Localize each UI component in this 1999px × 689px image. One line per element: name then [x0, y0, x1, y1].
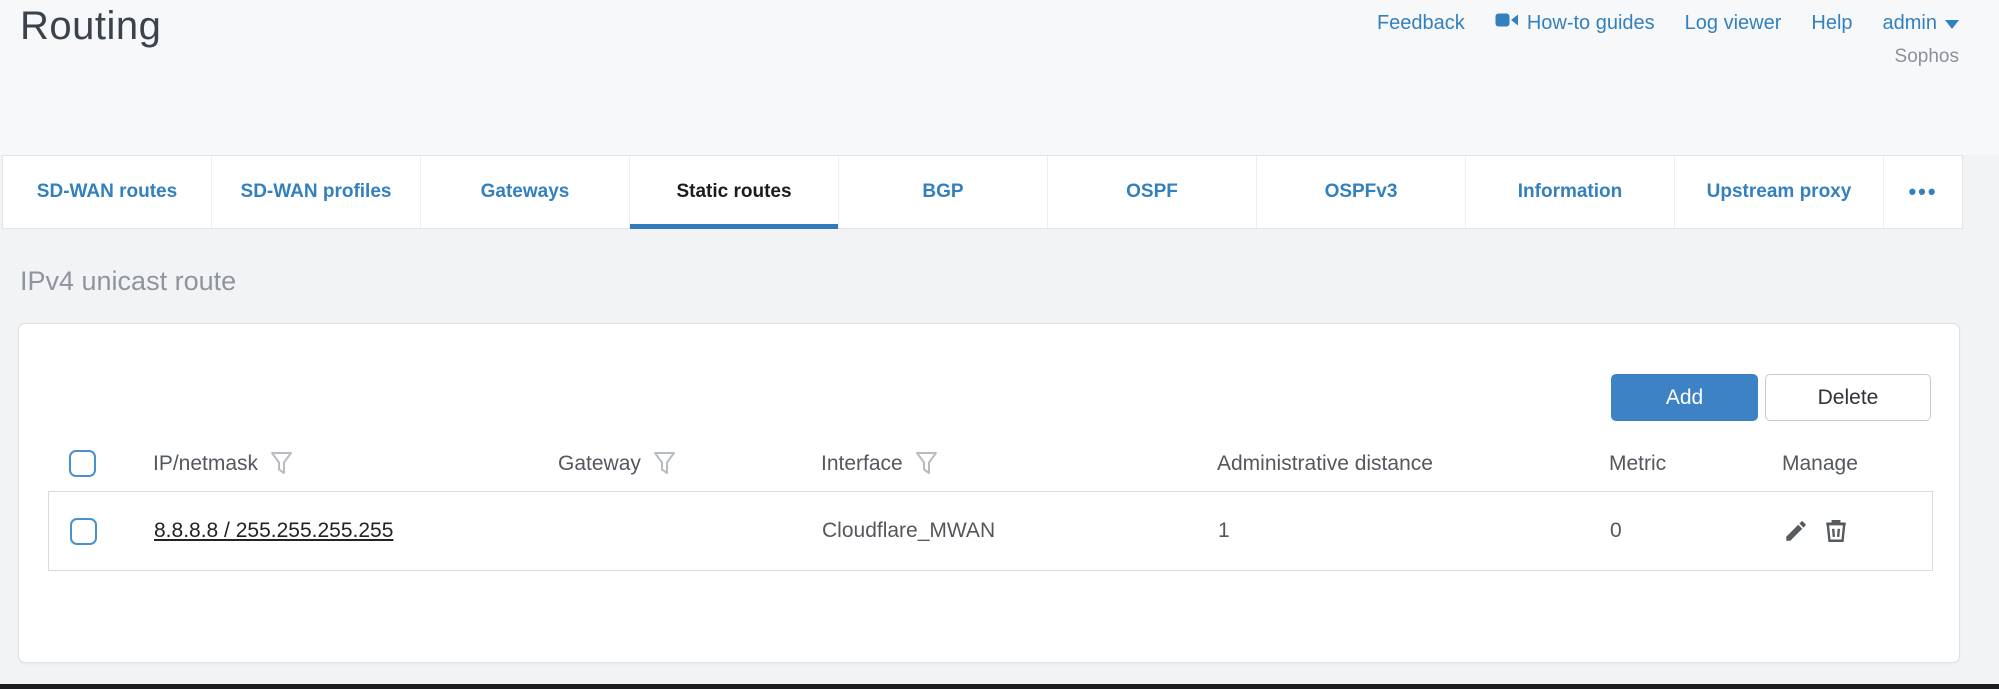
- metric-cell: 0: [1610, 519, 1783, 543]
- org-name: Sophos: [1895, 46, 1959, 68]
- tab-bgp[interactable]: BGP: [839, 156, 1048, 228]
- filter-icon[interactable]: [270, 451, 293, 476]
- col-manage: Manage: [1782, 452, 1858, 476]
- help-link[interactable]: Help: [1811, 12, 1852, 35]
- table-row: 8.8.8.8 / 255.255.255.255 Cloudflare_MWA…: [48, 491, 1933, 571]
- screen-bottom-edge: [0, 684, 1999, 689]
- interface-cell: Cloudflare_MWAN: [822, 519, 1218, 543]
- user-menu[interactable]: admin: [1883, 12, 1959, 35]
- select-all-checkbox[interactable]: [69, 450, 96, 477]
- edit-pencil-icon[interactable]: [1783, 518, 1809, 544]
- tab-static-routes[interactable]: Static routes: [630, 156, 839, 228]
- route-link[interactable]: 8.8.8.8 / 255.255.255.255: [154, 519, 393, 542]
- col-interface: Interface: [821, 452, 903, 476]
- delete-trash-icon[interactable]: [1823, 518, 1849, 544]
- manage-cell: [1783, 518, 1932, 544]
- row-checkbox[interactable]: [70, 518, 97, 545]
- tab-information[interactable]: Information: [1466, 156, 1675, 228]
- howto-guides-link[interactable]: How-to guides: [1495, 10, 1655, 36]
- tab-upstream-proxy[interactable]: Upstream proxy: [1675, 156, 1884, 228]
- video-camera-icon: [1495, 10, 1519, 36]
- col-ip-netmask: IP/netmask: [153, 452, 258, 476]
- tab-sdwan-routes[interactable]: SD-WAN routes: [3, 156, 212, 228]
- section-heading: IPv4 unicast route: [20, 266, 236, 297]
- ellipsis-icon: •••: [1908, 179, 1937, 205]
- table-actions: Add Delete: [1611, 374, 1931, 421]
- feedback-link[interactable]: Feedback: [1377, 12, 1465, 35]
- chevron-down-icon: [1945, 12, 1959, 35]
- tab-sdwan-profiles[interactable]: SD-WAN profiles: [212, 156, 421, 228]
- static-routes-panel: Add Delete IP/netmask Gateway Interface …: [18, 323, 1960, 663]
- col-metric: Metric: [1609, 452, 1666, 476]
- tab-gateways[interactable]: Gateways: [421, 156, 630, 228]
- col-gateway: Gateway: [558, 452, 641, 476]
- add-button[interactable]: Add: [1611, 374, 1758, 421]
- page-title: Routing: [20, 4, 161, 49]
- delete-button[interactable]: Delete: [1765, 374, 1931, 421]
- admin-distance-cell: 1: [1218, 519, 1610, 543]
- top-navigation: Feedback How-to guides Log viewer Help a…: [1377, 10, 1959, 36]
- col-admin-distance: Administrative distance: [1217, 452, 1433, 476]
- table-header: IP/netmask Gateway Interface Administrat…: [48, 436, 1933, 491]
- log-viewer-link[interactable]: Log viewer: [1685, 12, 1782, 35]
- tab-ospf[interactable]: OSPF: [1048, 156, 1257, 228]
- tabs-overflow-button[interactable]: •••: [1884, 156, 1962, 228]
- filter-icon[interactable]: [915, 451, 938, 476]
- filter-icon[interactable]: [653, 451, 676, 476]
- routing-tabbar: SD-WAN routes SD-WAN profiles Gateways S…: [2, 155, 1963, 229]
- tab-ospfv3[interactable]: OSPFv3: [1257, 156, 1466, 228]
